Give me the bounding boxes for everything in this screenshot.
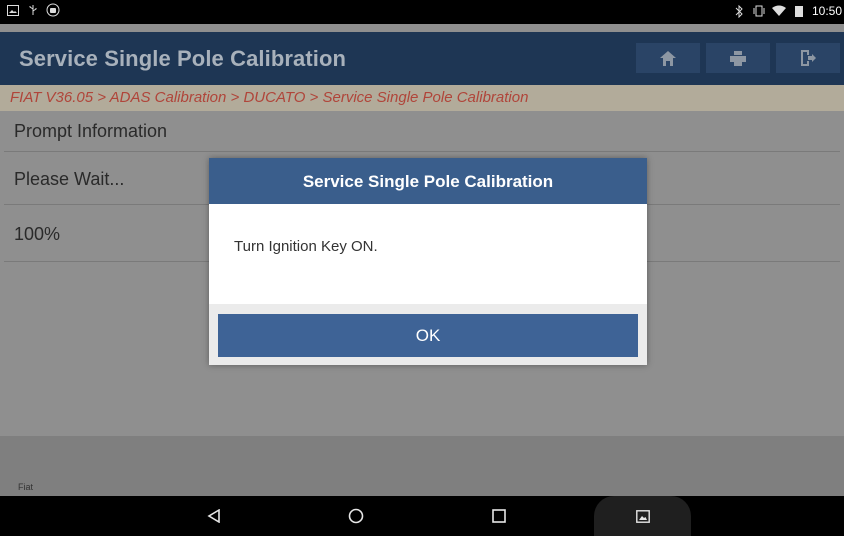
back-icon bbox=[207, 509, 220, 523]
dialog-header: Service Single Pole Calibration bbox=[209, 158, 647, 204]
android-debug-icon bbox=[46, 3, 60, 17]
ok-button[interactable]: OK bbox=[218, 314, 638, 357]
breadcrumb-text: FIAT V36.05 > ADAS Calibration > DUCATO … bbox=[10, 89, 529, 106]
back-button[interactable] bbox=[199, 503, 229, 529]
status-time: 10:50 bbox=[811, 4, 842, 18]
dialog-title: Service Single Pole Calibration bbox=[302, 172, 554, 191]
breadcrumb: FIAT V36.05 > ADAS Calibration > DUCATO … bbox=[0, 85, 844, 111]
footer-label: Fiat bbox=[18, 482, 34, 492]
vibrate-icon bbox=[752, 4, 766, 18]
page-title: Service Single Pole Calibration bbox=[19, 46, 347, 71]
print-button[interactable] bbox=[706, 43, 770, 73]
recents-icon bbox=[492, 509, 506, 523]
home-button[interactable] bbox=[636, 43, 700, 73]
gallery-icon bbox=[6, 3, 20, 17]
print-icon bbox=[730, 50, 746, 66]
progress-text: 100% bbox=[14, 224, 61, 244]
screenshot-button[interactable] bbox=[594, 496, 691, 536]
home-circle-icon bbox=[348, 508, 364, 524]
dialog-footer: OK bbox=[209, 304, 647, 365]
recents-button[interactable] bbox=[484, 503, 514, 529]
battery-icon bbox=[792, 4, 806, 18]
status-right-icons: 10:50 bbox=[732, 4, 842, 18]
exit-icon bbox=[801, 50, 816, 66]
prompt-information-label: Prompt Information bbox=[14, 121, 168, 141]
screenshot-icon bbox=[635, 509, 650, 523]
dialog-body: Turn Ignition Key ON. bbox=[209, 204, 647, 304]
prompt-information-row: Prompt Information bbox=[4, 111, 840, 152]
status-left-icons bbox=[6, 3, 60, 17]
exit-button[interactable] bbox=[776, 43, 840, 73]
navigation-bar bbox=[0, 496, 844, 536]
bluetooth-icon bbox=[732, 4, 746, 18]
footer-panel: Fiat bbox=[0, 436, 844, 496]
status-bar: 10:50 bbox=[0, 0, 844, 24]
usb-icon bbox=[26, 3, 40, 17]
title-bar: Service Single Pole Calibration bbox=[0, 32, 844, 85]
home-icon bbox=[660, 50, 676, 66]
calibration-dialog: Service Single Pole Calibration Turn Ign… bbox=[209, 158, 647, 365]
wifi-icon bbox=[771, 4, 786, 18]
dialog-message: Turn Ignition Key ON. bbox=[234, 238, 378, 255]
status-text: Please Wait... bbox=[14, 169, 125, 189]
nav-home-button[interactable] bbox=[341, 503, 371, 529]
